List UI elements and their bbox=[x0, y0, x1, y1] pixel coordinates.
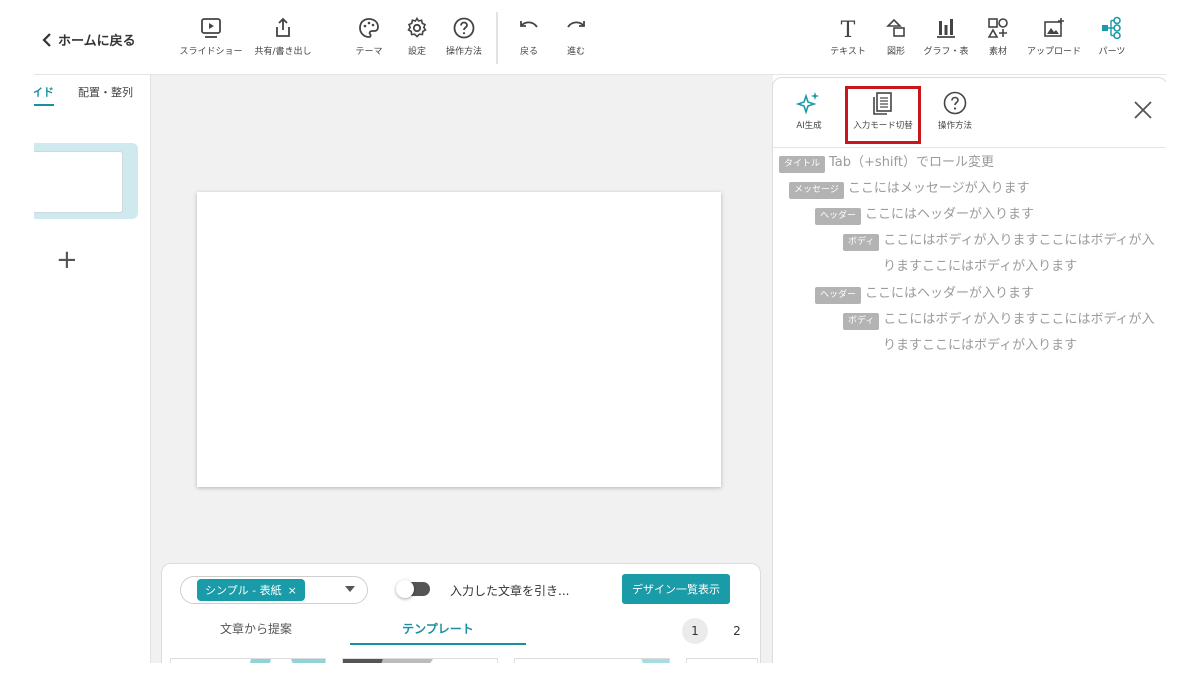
sparkle-icon bbox=[796, 92, 819, 115]
chevron-left-icon bbox=[42, 32, 51, 47]
template-thumbnail[interactable] bbox=[686, 658, 758, 663]
tab-template[interactable]: テンプレート bbox=[350, 620, 526, 645]
outline-text: りますここにはボディが入ります bbox=[883, 338, 1078, 353]
help-button-panel[interactable]: 操作方法 bbox=[919, 90, 991, 131]
template-thumbnail[interactable] bbox=[170, 658, 326, 663]
outline-line-message[interactable]: メッセージ ここにはメッセージが入ります bbox=[789, 181, 1030, 202]
slide-thumbnail[interactable] bbox=[34, 143, 138, 219]
slideshow-button[interactable]: スライドショー bbox=[176, 16, 246, 57]
selected-template-label: シンプル - 表紙 bbox=[205, 584, 282, 597]
outline-text: ここにはボディが入りますここにはボディが入 bbox=[883, 233, 1155, 248]
template-thumbnail-art bbox=[623, 659, 669, 663]
elements-icon bbox=[987, 18, 1008, 38]
outline-text: Tab（+shift）でロール変更 bbox=[829, 155, 994, 170]
text-icon: T bbox=[841, 18, 856, 40]
tab-suggest-from-text[interactable]: 文章から提案 bbox=[220, 620, 292, 637]
back-to-home-button[interactable]: ホームに戻る bbox=[42, 30, 136, 49]
close-icon bbox=[1134, 101, 1152, 119]
svg-text:T: T bbox=[841, 18, 856, 40]
close-panel-button[interactable] bbox=[1133, 100, 1153, 124]
image-upload-icon bbox=[1044, 18, 1064, 37]
role-tag: ヘッダー bbox=[815, 208, 862, 225]
help-icon bbox=[943, 91, 967, 115]
outline-line-header[interactable]: ヘッダー ここにはヘッダーが入ります bbox=[815, 207, 1034, 228]
slide-canvas[interactable] bbox=[197, 192, 721, 487]
canvas-area: シンプル - 表紙 × 入力した文章を引き... デザイン一覧表示 文章から提案… bbox=[151, 75, 773, 663]
ai-generate-label: AI生成 bbox=[796, 121, 822, 131]
undo-icon bbox=[520, 21, 538, 28]
carry-text-toggle-label: 入力した文章を引き... bbox=[450, 584, 570, 598]
shapes-icon bbox=[886, 18, 905, 37]
help-label: 操作方法 bbox=[445, 47, 482, 57]
parts-label: パーツ bbox=[1098, 47, 1126, 57]
toggle-knob bbox=[396, 580, 414, 598]
gear-icon bbox=[407, 17, 427, 38]
outline-text: りますここにはボディが入ります bbox=[883, 259, 1078, 274]
redo-label: 進む bbox=[566, 47, 585, 57]
role-tag: ヘッダー bbox=[815, 287, 862, 304]
template-thumbnail-art bbox=[343, 659, 433, 663]
parts-button[interactable]: パーツ bbox=[1077, 16, 1147, 57]
redo-icon bbox=[567, 21, 585, 28]
outline-line-title[interactable]: タイトル Tab（+shift）でロール変更 bbox=[779, 155, 994, 176]
tab-arrange[interactable]: 配置・整列 bbox=[78, 84, 133, 100]
template-select[interactable]: シンプル - 表紙 × bbox=[180, 576, 368, 604]
role-tag: ボディ bbox=[843, 313, 880, 330]
chip-close-icon[interactable]: × bbox=[288, 584, 297, 597]
share-icon bbox=[276, 17, 290, 37]
help-panel-label: 操作方法 bbox=[937, 121, 972, 131]
parts-icon bbox=[1102, 16, 1121, 40]
design-list-button[interactable]: デザイン一覧表示 bbox=[622, 574, 730, 604]
slideshow-icon bbox=[201, 18, 221, 38]
carry-text-toggle[interactable] bbox=[396, 580, 430, 598]
redo-button[interactable]: 進む bbox=[541, 16, 611, 57]
ai-generate-button[interactable]: AI生成 bbox=[773, 90, 845, 131]
outline-text: ここにはメッセージが入ります bbox=[847, 181, 1030, 196]
template-thumbnail[interactable] bbox=[342, 658, 498, 663]
page-2-button[interactable]: 2 bbox=[724, 618, 750, 644]
slide-thumbnail-preview bbox=[34, 151, 123, 213]
outline-line-header[interactable]: ヘッダー ここにはヘッダーが入ります bbox=[815, 286, 1034, 307]
page-1-button[interactable]: 1 bbox=[682, 618, 708, 644]
bar-chart-icon bbox=[937, 19, 955, 38]
outline-line-body-cont[interactable]: りますここにはボディが入ります bbox=[883, 338, 1077, 359]
editor-app: ホームに戻る スライドショー 共有/書き出し テーマ 設定 操作方法 戻る 進む… bbox=[34, 0, 1166, 663]
outline-input-panel: AI生成 入力モード切替 操作方法 タイトル Tab（+shift）でロール変更… bbox=[772, 77, 1166, 663]
back-label: ホームに戻る bbox=[58, 34, 136, 49]
share-label: 共有/書き出し bbox=[254, 47, 312, 57]
outline-text: ここにはボディが入りますここにはボディが入 bbox=[883, 312, 1155, 327]
slideshow-label: スライドショー bbox=[179, 47, 243, 57]
add-slide-button[interactable]: + bbox=[56, 245, 78, 275]
template-thumbnail-art bbox=[249, 659, 325, 663]
outline-line-body[interactable]: ボディ ここにはボディが入りますここにはボディが入 bbox=[843, 233, 1155, 254]
outline-line-body[interactable]: ボディ ここにはボディが入りますここにはボディが入 bbox=[843, 312, 1155, 333]
tab-slides[interactable]: イド bbox=[34, 84, 54, 106]
outline-text: ここにはヘッダーが入ります bbox=[865, 286, 1035, 301]
role-tag: タイトル bbox=[779, 156, 826, 173]
share-export-button[interactable]: 共有/書き出し bbox=[248, 16, 318, 57]
design-panel: シンプル - 表紙 × 入力した文章を引き... デザイン一覧表示 文章から提案… bbox=[161, 563, 761, 663]
role-tag: メッセージ bbox=[789, 182, 844, 199]
palette-icon bbox=[359, 18, 379, 38]
panel-divider bbox=[773, 147, 1166, 148]
selected-template-chip[interactable]: シンプル - 表紙 × bbox=[197, 579, 305, 601]
help-icon bbox=[453, 17, 475, 39]
highlight-box bbox=[845, 86, 921, 144]
top-toolbar: ホームに戻る スライドショー 共有/書き出し テーマ 設定 操作方法 戻る 進む… bbox=[34, 0, 1166, 75]
slide-list-panel: イド 配置・整列 + bbox=[34, 75, 151, 663]
role-tag: ボディ bbox=[843, 234, 880, 251]
dropdown-caret-icon[interactable] bbox=[345, 586, 355, 592]
outline-text: ここにはヘッダーが入ります bbox=[865, 207, 1035, 222]
help-button[interactable]: 操作方法 bbox=[429, 16, 499, 57]
outline-line-body-cont[interactable]: りますここにはボディが入ります bbox=[883, 259, 1077, 280]
template-thumbnail[interactable] bbox=[514, 658, 670, 663]
